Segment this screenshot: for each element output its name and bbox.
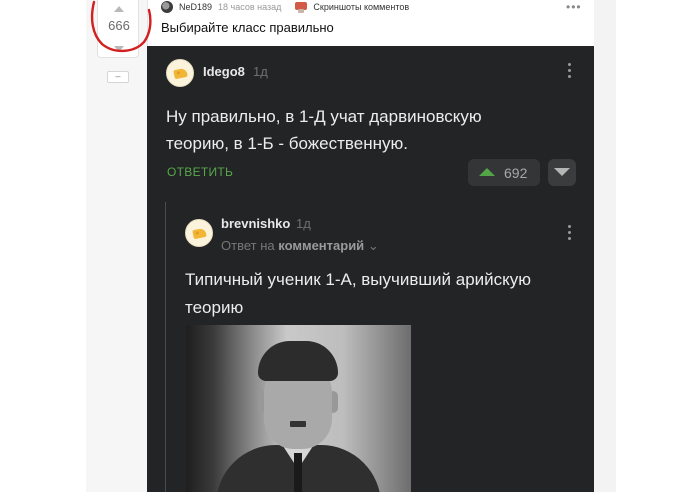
page: 666 – NeD189 18 часов назад Скриншоты ко… [0,0,700,492]
thread-line[interactable] [165,202,166,492]
comment-image[interactable] [186,325,411,492]
upvote-button[interactable]: 692 [468,159,540,186]
rating-widget: 666 [97,0,139,58]
post-more-icon[interactable]: ••• [566,0,582,14]
post-time: 18 часов назад [218,2,282,12]
rating-value: 666 [108,18,130,33]
upvote-arrow-icon[interactable] [114,6,124,12]
cheese-avatar-icon[interactable] [185,219,213,247]
community-link[interactable]: Скриншоты комментов [313,2,409,12]
comment-text-line2: теорию [185,298,244,317]
kebab-icon[interactable] [567,63,573,81]
comment-time: 1д [296,216,311,231]
post-title: Выбирайте класс правильно [161,20,334,35]
comment-text-line2: теорию, в 1-Б - божественную. [166,134,408,153]
reply-to-prefix: Ответ на [221,238,275,253]
comment-text-line1: Ну правильно, в 1-Д учат дарвиновскую [166,107,482,126]
downvote-arrow-icon[interactable] [114,46,124,52]
comment-text-line1: Типичный ученик 1-А, выучивший арийскую [185,270,532,289]
downvote-button[interactable] [548,159,576,186]
author-avatar[interactable] [161,1,173,13]
reply-button[interactable]: ОТВЕТИТЬ [167,165,233,179]
arrow-down-icon [554,168,570,176]
comment-time: 1д [253,64,268,79]
arrow-up-icon [479,168,495,176]
chevron-down-icon[interactable]: ⌄ [368,238,379,253]
post-author[interactable]: NeD189 [179,2,212,12]
kebab-icon[interactable] [567,225,573,243]
reply-to-link[interactable]: Ответ на комментарий ⌄ [221,238,379,254]
comment-author[interactable]: Idego8 [203,64,245,79]
screenshot-icon[interactable] [295,1,308,13]
post-header: NeD189 18 часов назад Скриншоты комменто… [161,0,409,14]
reply-to-target[interactable]: комментарий [278,238,364,253]
collapse-button[interactable]: – [107,71,129,83]
comment-author[interactable]: brevnishko [221,216,290,231]
right-margin [594,0,616,492]
cheese-avatar-icon[interactable] [166,59,194,87]
vote-count: 692 [504,165,528,181]
